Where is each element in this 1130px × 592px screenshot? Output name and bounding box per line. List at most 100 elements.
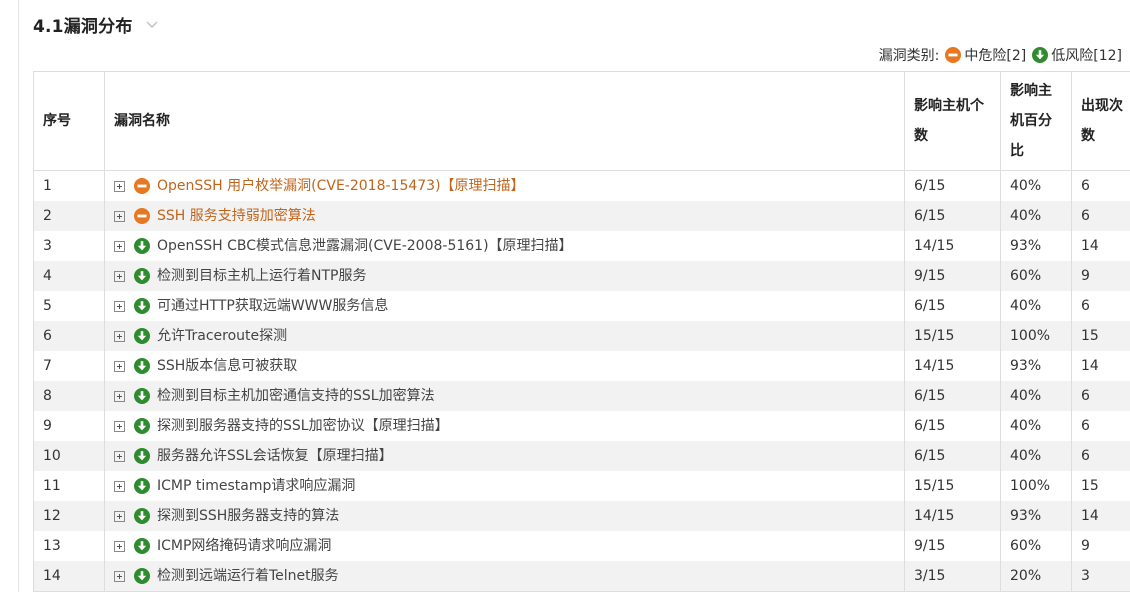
row-name-cell: 检测到目标主机加密通信支持的SSL加密算法 bbox=[104, 381, 905, 411]
vulnerability-name-link[interactable]: 探测到SSH服务器支持的算法 bbox=[157, 501, 339, 531]
expand-plus-icon[interactable] bbox=[114, 300, 125, 312]
legend-medium-text: 中危险[2] bbox=[964, 48, 1027, 64]
row-percent: 40% bbox=[1000, 441, 1072, 471]
row-percent: 40% bbox=[1000, 201, 1072, 231]
low-risk-icon bbox=[134, 508, 150, 524]
section-title: 4.1漏洞分布 bbox=[33, 16, 133, 37]
table-row: 7 SSH版本信息可被获取 14/15 93% 14 bbox=[33, 351, 1130, 381]
vulnerability-name-link[interactable]: 允许Traceroute探测 bbox=[157, 321, 287, 351]
row-hosts: 6/15 bbox=[904, 201, 1001, 231]
expand-plus-icon[interactable] bbox=[114, 270, 125, 282]
row-percent: 60% bbox=[1000, 261, 1072, 291]
row-name-cell: ICMP网络掩码请求响应漏洞 bbox=[104, 531, 905, 561]
row-percent: 100% bbox=[1000, 471, 1072, 501]
vulnerability-name-group: ICMP timestamp请求响应漏洞 bbox=[114, 471, 895, 501]
vulnerability-name-link[interactable]: 检测到目标主机加密通信支持的SSL加密算法 bbox=[157, 381, 435, 411]
medium-risk-icon bbox=[134, 178, 150, 194]
expand-plus-icon[interactable] bbox=[114, 510, 125, 522]
expand-plus-icon[interactable] bbox=[114, 450, 125, 462]
row-hosts: 3/15 bbox=[904, 561, 1001, 592]
vulnerability-name-group: SSH 服务支持弱加密算法 bbox=[114, 201, 895, 231]
expand-plus-icon[interactable] bbox=[114, 180, 125, 192]
low-risk-icon bbox=[134, 328, 150, 344]
row-name-cell: 允许Traceroute探测 bbox=[104, 321, 905, 351]
table-row: 13 ICMP网络掩码请求响应漏洞 9/15 60% 9 bbox=[33, 531, 1130, 561]
table-row: 2 SSH 服务支持弱加密算法 6/15 40% 6 bbox=[33, 201, 1130, 231]
expand-plus-icon[interactable] bbox=[114, 360, 125, 372]
low-risk-icon bbox=[134, 298, 150, 314]
row-hosts: 14/15 bbox=[904, 231, 1001, 261]
table-row: 6 允许Traceroute探测 15/15 100% 15 bbox=[33, 321, 1130, 351]
row-count: 6 bbox=[1071, 381, 1130, 411]
row-percent: 40% bbox=[1000, 291, 1072, 321]
row-hosts: 15/15 bbox=[904, 471, 1001, 501]
expand-plus-icon[interactable] bbox=[114, 480, 125, 492]
row-percent: 93% bbox=[1000, 351, 1072, 381]
expand-plus-icon[interactable] bbox=[114, 240, 125, 252]
table-row: 10 服务器允许SSL会话恢复【原理扫描】 6/15 40% 6 bbox=[33, 441, 1130, 471]
expand-plus-icon[interactable] bbox=[114, 390, 125, 402]
table-row: 12 探测到SSH服务器支持的算法 14/15 93% 14 bbox=[33, 501, 1130, 531]
row-index: 9 bbox=[33, 411, 105, 441]
vulnerability-name-link[interactable]: OpenSSH CBC模式信息泄露漏洞(CVE-2008-5161)【原理扫描】 bbox=[157, 231, 573, 261]
left-divider bbox=[18, 0, 19, 592]
vulnerability-name-link[interactable]: OpenSSH 用户枚举漏洞(CVE-2018-15473)【原理扫描】 bbox=[157, 171, 525, 201]
vulnerability-name-group: OpenSSH 用户枚举漏洞(CVE-2018-15473)【原理扫描】 bbox=[114, 171, 895, 201]
expand-plus-icon[interactable] bbox=[114, 570, 125, 582]
low-risk-icon bbox=[134, 418, 150, 434]
row-name-cell: 检测到目标主机上运行着NTP服务 bbox=[104, 261, 905, 291]
row-hosts: 6/15 bbox=[904, 411, 1001, 441]
low-risk-icon bbox=[134, 568, 150, 584]
table-row: 1 OpenSSH 用户枚举漏洞(CVE-2018-15473)【原理扫描】 6/1… bbox=[33, 170, 1130, 201]
row-name-cell: 探测到SSH服务器支持的算法 bbox=[104, 501, 905, 531]
row-percent: 40% bbox=[1000, 381, 1072, 411]
expand-plus-icon[interactable] bbox=[114, 330, 125, 342]
row-name-cell: ICMP timestamp请求响应漏洞 bbox=[104, 471, 905, 501]
row-hosts: 6/15 bbox=[904, 170, 1001, 201]
table-row: 11 ICMP timestamp请求响应漏洞 15/15 100% 15 bbox=[33, 471, 1130, 501]
table-row: 14 检测到远端运行着Telnet服务 3/15 20% 3 bbox=[33, 561, 1130, 592]
row-index: 12 bbox=[33, 501, 105, 531]
vulnerability-name-link[interactable]: 检测到远端运行着Telnet服务 bbox=[157, 561, 339, 591]
row-hosts: 6/15 bbox=[904, 291, 1001, 321]
vulnerability-name-link[interactable]: 探测到服务器支持的SSL加密协议【原理扫描】 bbox=[157, 411, 449, 441]
vulnerability-name-group: 可通过HTTP获取远端WWW服务信息 bbox=[114, 291, 895, 321]
vulnerability-name-link[interactable]: 检测到目标主机上运行着NTP服务 bbox=[157, 261, 366, 291]
risk-legend: 漏洞类别: 中危险[2] 低风险[12] bbox=[879, 44, 1122, 66]
legend-label: 漏洞类别: bbox=[878, 48, 940, 64]
medium-risk-icon bbox=[134, 208, 150, 224]
vulnerability-name-link[interactable]: 服务器允许SSL会话恢复【原理扫描】 bbox=[157, 441, 393, 471]
table-row: 4 检测到目标主机上运行着NTP服务 9/15 60% 9 bbox=[33, 261, 1130, 291]
row-name-cell: 服务器允许SSL会话恢复【原理扫描】 bbox=[104, 441, 905, 471]
vulnerability-name-link[interactable]: SSH 服务支持弱加密算法 bbox=[157, 201, 316, 231]
header-percent: 影响主机百分比 bbox=[1000, 71, 1072, 171]
low-risk-icon bbox=[134, 268, 150, 284]
row-index: 7 bbox=[33, 351, 105, 381]
vulnerability-name-link[interactable]: ICMP网络掩码请求响应漏洞 bbox=[157, 531, 331, 561]
vulnerability-name-group: 服务器允许SSL会话恢复【原理扫描】 bbox=[114, 441, 895, 471]
row-count: 6 bbox=[1071, 201, 1130, 231]
header-hosts: 影响主机个数 bbox=[904, 71, 1001, 171]
expand-plus-icon[interactable] bbox=[114, 420, 125, 432]
expand-plus-icon[interactable] bbox=[114, 540, 125, 552]
row-hosts: 14/15 bbox=[904, 501, 1001, 531]
row-index: 10 bbox=[33, 441, 105, 471]
row-count: 14 bbox=[1071, 231, 1130, 261]
vulnerability-table: 序号 漏洞名称 影响主机个数 影响主机百分比 出现次数 1 OpenSSH 用户枚… bbox=[33, 71, 1130, 592]
row-index: 6 bbox=[33, 321, 105, 351]
vulnerability-name-link[interactable]: 可通过HTTP获取远端WWW服务信息 bbox=[157, 291, 388, 321]
row-percent: 60% bbox=[1000, 531, 1072, 561]
table-header-row: 序号 漏洞名称 影响主机个数 影响主机百分比 出现次数 bbox=[33, 71, 1130, 171]
expand-plus-icon[interactable] bbox=[114, 210, 125, 222]
row-count: 9 bbox=[1071, 261, 1130, 291]
vulnerability-name-link[interactable]: ICMP timestamp请求响应漏洞 bbox=[157, 471, 355, 501]
vulnerability-name-group: 检测到远端运行着Telnet服务 bbox=[114, 561, 895, 591]
vulnerability-name-link[interactable]: SSH版本信息可被获取 bbox=[157, 351, 297, 381]
section-header: 4.1漏洞分布 bbox=[33, 11, 159, 37]
row-count: 15 bbox=[1071, 471, 1130, 501]
chevron-down-icon[interactable] bbox=[145, 17, 159, 31]
row-hosts: 15/15 bbox=[904, 321, 1001, 351]
row-percent: 40% bbox=[1000, 411, 1072, 441]
low-risk-icon bbox=[134, 538, 150, 554]
table-row: 3 OpenSSH CBC模式信息泄露漏洞(CVE-2008-5161)【原理扫描… bbox=[33, 231, 1130, 261]
